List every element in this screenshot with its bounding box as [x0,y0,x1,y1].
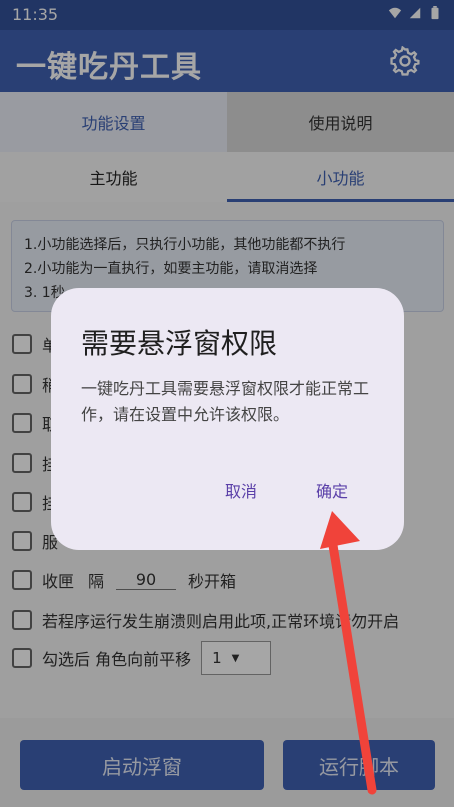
dialog-title: 需要悬浮窗权限 [81,327,278,360]
confirm-button[interactable]: 确定 [316,478,348,502]
arrow-pointer-icon [320,511,377,795]
dialog-message: 一键吃丹工具需要悬浮窗权限才能正常工作，请在设置中允许该权限。 [81,379,370,424]
cancel-button[interactable]: 取消 [225,478,257,502]
